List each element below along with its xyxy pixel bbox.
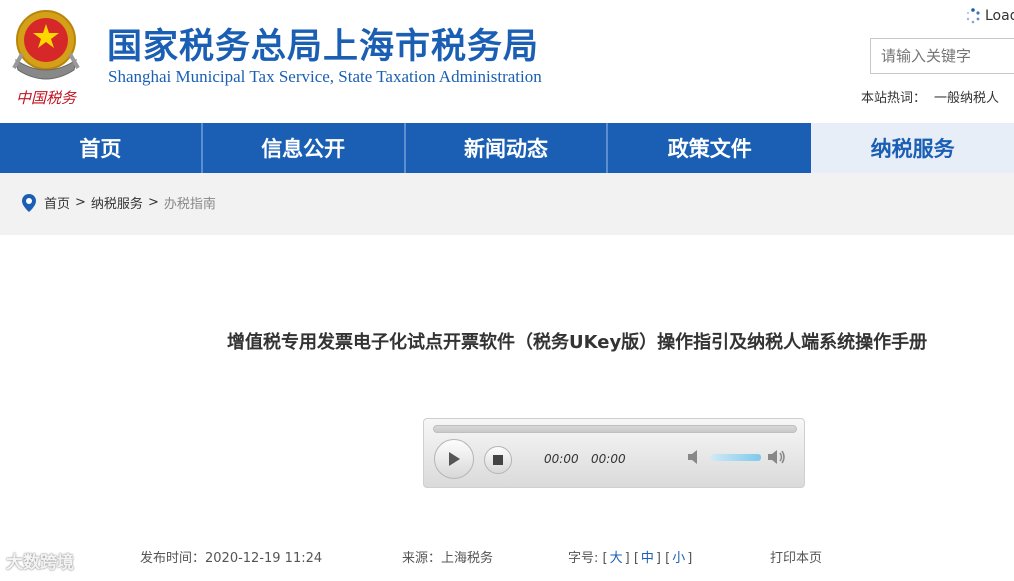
breadcrumb-tax-service[interactable]: 纳税服务 [91,193,143,212]
nav-item-policy[interactable]: 政策文件 [608,123,811,173]
search-input[interactable] [870,38,1014,74]
hot-words-label: 本站热词： [861,91,927,106]
page-root: 中国税务 国家税务总局上海市税务局 Shanghai Municipal Tax… [0,0,1014,581]
font-size-medium[interactable]: 中 [641,551,654,566]
nav-item-tax-service[interactable]: 纳税服务 [811,123,1014,173]
nav-item-news[interactable]: 新闻动态 [406,123,609,173]
site-title-chinese[interactable]: 国家税务总局上海市税务局 [107,18,539,69]
tax-emblem-logo[interactable]: 中国税务 [4,4,88,108]
duration-time: 00:00 [591,452,626,466]
breadcrumb-home[interactable]: 首页 [44,193,70,212]
stop-icon [493,455,503,465]
play-button[interactable] [434,439,474,479]
hot-words: 本站热词： 一般纳税人 [861,87,999,106]
site-title-english[interactable]: Shanghai Municipal Tax Service, State Ta… [108,67,542,87]
nav-item-home[interactable]: 首页 [0,123,203,173]
article-title: 增值税专用发票电子化试点开票软件（税务UKey版）操作指引及纳税人端系统操作手册 [227,332,928,353]
loading-indicator: Load [965,8,1014,24]
volume-slider[interactable] [711,454,761,461]
mute-icon[interactable] [687,449,705,465]
volume-max-icon[interactable] [767,449,787,465]
font-size-controls: 字号: [大] [中] [小] [568,551,693,566]
audio-player: 00:00 00:00 [423,418,805,488]
play-icon [449,452,460,466]
print-page-link[interactable]: 打印本页 [770,547,822,566]
site-header: 中国税务 国家税务总局上海市税务局 Shanghai Municipal Tax… [0,0,1014,122]
article-content: 增值税专用发票电子化试点开票软件（税务UKey版）操作指引及纳税人端系统操作手册… [2,235,1014,581]
watermark-text: 大数跨境 [6,553,74,573]
breadcrumb-band: 首页 > 纳税服务 > 办税指南 [0,173,1014,235]
main-nav: 首页 信息公开 新闻动态 政策文件 纳税服务 [0,123,1014,173]
stop-button[interactable] [484,446,512,474]
publish-time: 发布时间：2020-12-19 11:24 [140,551,323,566]
breadcrumb-separator: > [75,195,86,210]
audio-progress-bar[interactable] [433,425,797,433]
article-source: 来源：上海税务 [402,551,494,566]
nav-item-info-disclosure[interactable]: 信息公开 [203,123,406,173]
current-time: 00:00 [544,452,579,466]
breadcrumb-separator: > [147,195,159,210]
breadcrumb-current: 办税指南 [163,197,216,212]
font-size-small[interactable]: 小 [672,551,685,566]
loading-spinner-icon [966,8,980,24]
font-size-large[interactable]: 大 [610,551,623,566]
font-size-label: 字号: [568,551,599,566]
hot-word-link[interactable]: 一般纳税人 [934,91,999,106]
svg-text:中国税务: 中国税务 [16,89,78,107]
breadcrumb: 首页 > 纳税服务 > 办税指南 [22,193,216,212]
loading-text: Load [985,8,1014,24]
location-pin-icon [22,193,36,212]
